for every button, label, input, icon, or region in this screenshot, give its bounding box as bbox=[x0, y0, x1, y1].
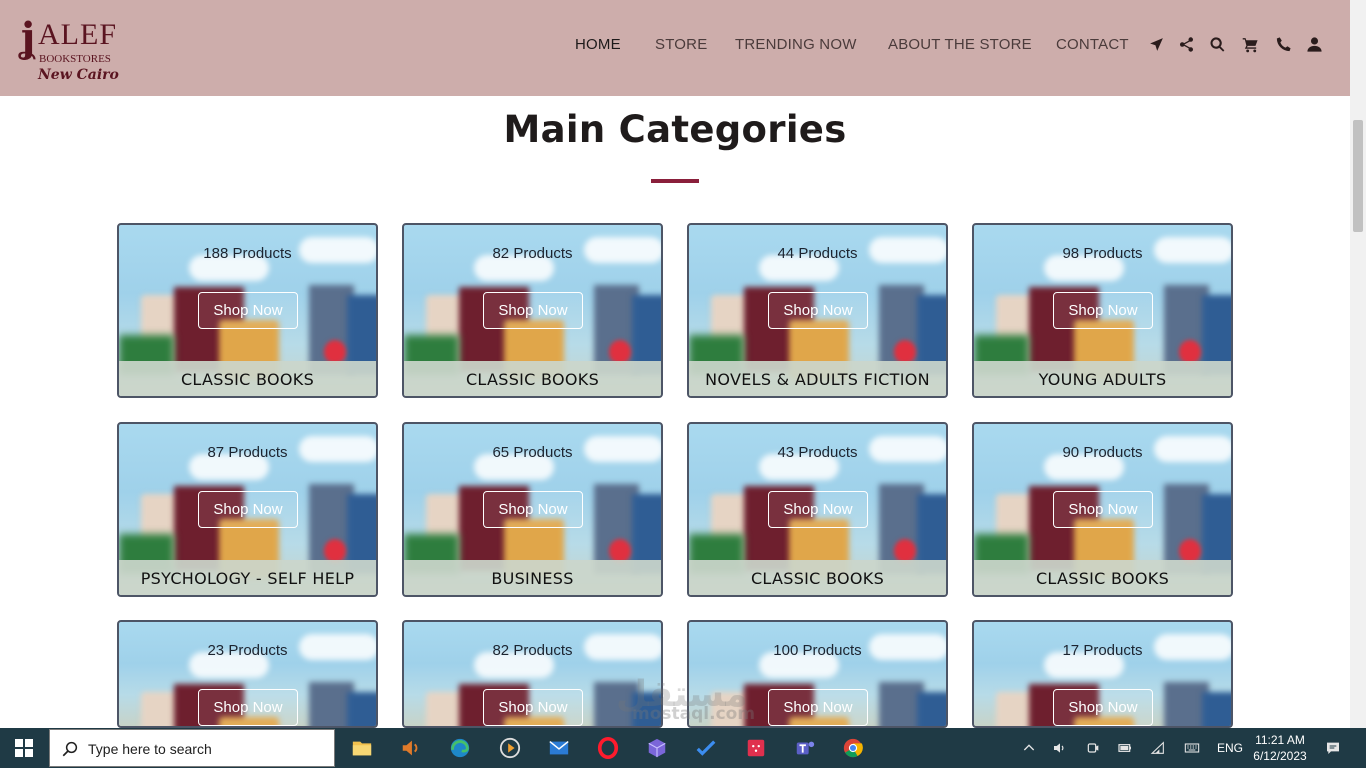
language-text: ENG bbox=[1216, 741, 1243, 755]
category-card[interactable]: 43 Products Shop Now CLASSIC BOOKS bbox=[687, 422, 948, 597]
product-count: 23 Products bbox=[207, 642, 288, 659]
shop-now-button[interactable]: Shop Now bbox=[1053, 491, 1153, 528]
category-name: YOUNG ADULTS bbox=[974, 361, 1231, 396]
product-count: 90 Products bbox=[1062, 444, 1143, 461]
category-card[interactable]: 90 Products Shop Now CLASSIC BOOKS bbox=[972, 422, 1233, 597]
page-title: Main Categories bbox=[503, 108, 847, 151]
shop-now-button[interactable]: Shop Now bbox=[483, 689, 583, 726]
product-count: 44 Products bbox=[777, 245, 858, 262]
product-count: 43 Products bbox=[777, 444, 858, 461]
teams-icon[interactable] bbox=[789, 732, 821, 764]
app-cube-icon[interactable] bbox=[641, 732, 673, 764]
taskbar-clock[interactable]: 11:21 AM 6/12/2023 bbox=[1248, 732, 1312, 764]
cart-icon[interactable] bbox=[1240, 34, 1260, 54]
taskbar-search-input[interactable]: Type here to search bbox=[49, 729, 335, 767]
category-name: CLASSIC BOOKS bbox=[404, 361, 661, 396]
nav-about-the-store[interactable]: ABOUT THE STORE bbox=[888, 36, 1032, 53]
shop-now-button[interactable]: Shop Now bbox=[198, 491, 298, 528]
category-card[interactable]: 98 Products Shop Now YOUNG ADULTS bbox=[972, 223, 1233, 398]
file-explorer-icon[interactable] bbox=[346, 732, 378, 764]
nav-contact[interactable]: CONTACT bbox=[1056, 36, 1129, 53]
product-count: 188 Products bbox=[203, 245, 292, 262]
category-name: PSYCHOLOGY - SELF HELP bbox=[119, 560, 376, 595]
search-icon bbox=[62, 741, 78, 757]
calendar-app-icon[interactable] bbox=[740, 732, 772, 764]
product-count: 17 Products bbox=[1062, 642, 1143, 659]
notifications-icon[interactable] bbox=[1322, 728, 1344, 768]
watermark: مستقل mostaql.com bbox=[596, 674, 776, 726]
category-name: CLASSIC BOOKS bbox=[974, 560, 1231, 595]
shop-now-button[interactable]: Shop Now bbox=[198, 292, 298, 329]
volume-icon[interactable] bbox=[1049, 728, 1071, 768]
category-card[interactable]: 188 Products Shop Now CLASSIC BOOKS bbox=[117, 223, 378, 398]
shop-now-button[interactable]: Shop Now bbox=[483, 292, 583, 329]
nav-trending-now[interactable]: TRENDING NOW bbox=[735, 36, 857, 53]
nav-store[interactable]: STORE bbox=[655, 36, 707, 53]
media-player-icon[interactable] bbox=[494, 732, 526, 764]
product-count: 87 Products bbox=[207, 444, 288, 461]
category-card[interactable]: 17 Products Shop Now bbox=[972, 620, 1233, 728]
product-count: 100 Products bbox=[773, 642, 862, 659]
product-count: 98 Products bbox=[1062, 245, 1143, 262]
category-card[interactable]: 23 Products Shop Now bbox=[117, 620, 378, 728]
title-underline bbox=[651, 179, 699, 183]
category-name: BUSINESS bbox=[404, 560, 661, 595]
clock-date: 6/12/2023 bbox=[1253, 749, 1307, 763]
logo-subtitle: BOOKSTORES bbox=[39, 53, 111, 65]
search-icon[interactable] bbox=[1207, 34, 1227, 54]
todo-icon[interactable] bbox=[690, 732, 722, 764]
product-count: 82 Products bbox=[492, 245, 573, 262]
category-name: CLASSIC BOOKS bbox=[119, 361, 376, 396]
speaker-app-icon[interactable] bbox=[395, 732, 427, 764]
scrollbar-thumb[interactable] bbox=[1353, 120, 1363, 232]
wifi-icon[interactable] bbox=[1147, 728, 1169, 768]
shop-now-button[interactable]: Shop Now bbox=[1053, 689, 1153, 726]
product-count: 82 Products bbox=[492, 642, 573, 659]
search-placeholder: Type here to search bbox=[88, 741, 212, 757]
opera-icon[interactable] bbox=[592, 732, 624, 764]
shop-now-button[interactable]: Shop Now bbox=[198, 689, 298, 726]
category-card[interactable]: 65 Products Shop Now BUSINESS bbox=[402, 422, 663, 597]
site-header: ʝ ALEF BOOKSTORES New Cairo HOME STORE T… bbox=[0, 0, 1350, 96]
shop-now-button[interactable]: Shop Now bbox=[768, 292, 868, 329]
shop-now-button[interactable]: Shop Now bbox=[768, 689, 868, 726]
logo-mark: ʝ bbox=[20, 14, 36, 61]
clock-time: 11:21 AM bbox=[1255, 733, 1305, 747]
category-card[interactable]: 82 Products Shop Now CLASSIC BOOKS bbox=[402, 223, 663, 398]
location-arrow-icon[interactable] bbox=[1146, 34, 1166, 54]
category-card[interactable]: 44 Products Shop Now NOVELS & ADULTS FIC… bbox=[687, 223, 948, 398]
shop-now-button[interactable]: Shop Now bbox=[483, 491, 583, 528]
chevron-up-icon[interactable] bbox=[1018, 728, 1040, 768]
shop-now-button[interactable]: Shop Now bbox=[1053, 292, 1153, 329]
page-scrollbar[interactable] bbox=[1350, 0, 1366, 728]
battery-icon[interactable] bbox=[1114, 728, 1136, 768]
chrome-icon[interactable] bbox=[837, 732, 869, 764]
logo-city: New Cairo bbox=[38, 67, 119, 83]
edge-icon[interactable] bbox=[444, 732, 476, 764]
category-name: NOVELS & ADULTS FICTION bbox=[689, 361, 946, 396]
category-card[interactable]: 87 Products Shop Now PSYCHOLOGY - SELF H… bbox=[117, 422, 378, 597]
phone-icon[interactable] bbox=[1273, 34, 1293, 54]
taskbar: Type here to search ENG 11:21 AM 6/12/20… bbox=[0, 728, 1366, 768]
user-icon[interactable] bbox=[1304, 34, 1324, 54]
logo-brand: ALEF bbox=[38, 18, 117, 51]
product-count: 65 Products bbox=[492, 444, 573, 461]
category-name: CLASSIC BOOKS bbox=[689, 560, 946, 595]
shop-now-button[interactable]: Shop Now bbox=[768, 491, 868, 528]
watermark-latin: mostaql.com bbox=[632, 704, 756, 724]
nav-home[interactable]: HOME bbox=[575, 36, 621, 53]
keyboard-icon[interactable] bbox=[1180, 728, 1204, 768]
meet-now-icon[interactable] bbox=[1082, 728, 1104, 768]
language-indicator[interactable]: ENG bbox=[1212, 728, 1248, 768]
share-icon[interactable] bbox=[1176, 34, 1196, 54]
mail-icon[interactable] bbox=[543, 732, 575, 764]
windows-start-icon[interactable] bbox=[0, 728, 48, 768]
site-logo[interactable]: ʝ ALEF BOOKSTORES New Cairo bbox=[20, 12, 130, 88]
